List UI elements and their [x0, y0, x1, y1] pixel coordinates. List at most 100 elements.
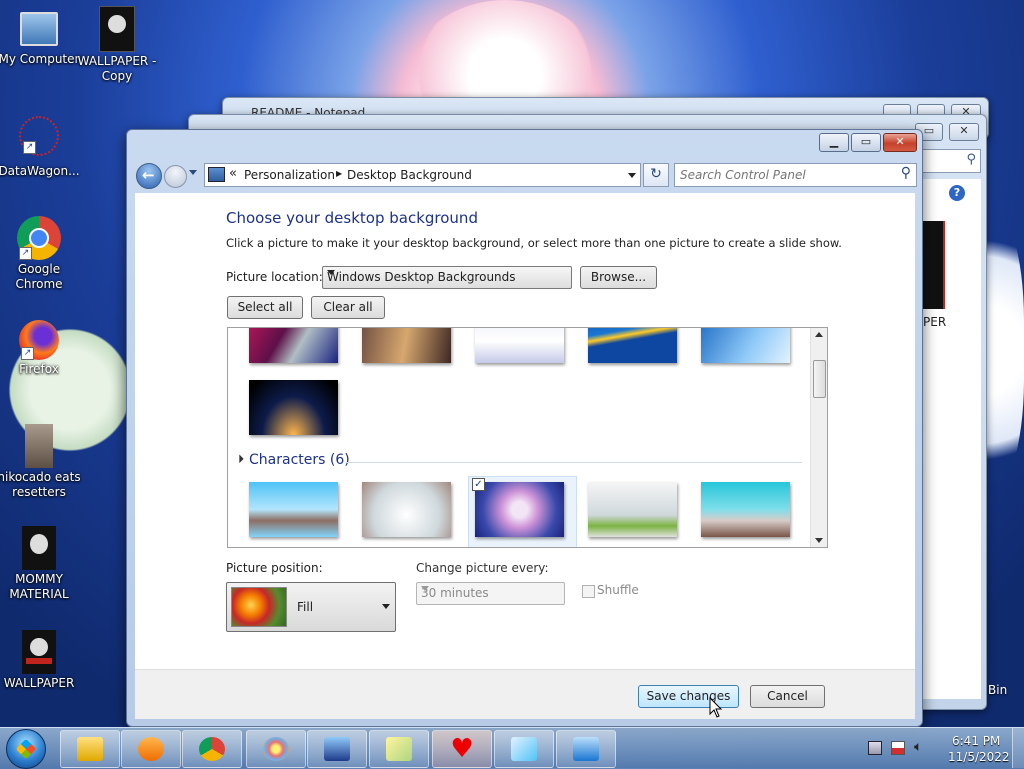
wallpaper-thumbnail[interactable] — [701, 328, 790, 363]
help-icon[interactable]: ? — [949, 185, 965, 201]
address-bar[interactable]: « Personalization ▶ Desktop Background — [204, 163, 641, 187]
wallpaper-thumbnail[interactable] — [249, 380, 338, 435]
character-thumbnail[interactable] — [701, 482, 790, 537]
taskbar-notepad[interactable] — [494, 730, 554, 768]
wallpaper-thumbnail[interactable] — [249, 328, 338, 363]
recycle-bin-partial-label[interactable]: Bin — [988, 683, 1007, 697]
desktop-icon-firefox[interactable]: ↗ Firefox — [0, 320, 84, 377]
cancel-button[interactable]: Cancel — [750, 685, 825, 708]
desktop-icon-label: Firefox — [19, 362, 59, 376]
breadcrumb-item-desktop-background[interactable]: Desktop Background — [347, 168, 472, 182]
taskbar-heart-app[interactable]: ♥ — [432, 730, 492, 768]
chevron-down-icon — [327, 270, 335, 275]
taskbar-keyboard-app[interactable] — [307, 730, 367, 768]
group-divider — [346, 462, 802, 463]
picture-gallery[interactable]: ◢ Characters (6) ✓ — [227, 327, 828, 548]
taskbar-paint[interactable] — [246, 730, 306, 768]
back-arrow-icon: ← — [142, 166, 155, 184]
character-thumbnail[interactable] — [588, 482, 677, 537]
keyboard-app-icon — [324, 737, 350, 761]
desktop-icon-nikocado[interactable]: nikocado eats resetters — [0, 424, 84, 500]
desktop-icon-google-chrome[interactable]: ↗ Google Chrome — [0, 216, 84, 292]
chevron-down-icon — [421, 586, 429, 591]
forward-button[interactable] — [164, 165, 187, 188]
group-header-characters[interactable]: Characters (6) — [249, 452, 350, 468]
taskbar-sticky-notes[interactable] — [369, 730, 429, 768]
shuffle-checkbox[interactable] — [582, 585, 595, 598]
dialog-footer: Save changes Cancel — [135, 669, 915, 719]
shortcut-arrow-icon: ↗ — [21, 347, 34, 360]
refresh-button[interactable]: ↻ — [643, 163, 669, 187]
search-icon: ⚲ — [966, 152, 976, 167]
breadcrumb-overflow-icon[interactable]: « — [229, 166, 237, 181]
scroll-up-icon[interactable] — [815, 332, 823, 337]
desktop-icon-datawagon[interactable]: ↗ DataWagon... — [0, 116, 84, 179]
bg2-close-button[interactable]: ✕ — [949, 123, 979, 141]
change-picture-label: Change picture every: — [416, 561, 549, 575]
taskbar-chrome[interactable] — [182, 730, 242, 768]
mouse-pointer-icon — [709, 697, 723, 718]
taskbar-media-player[interactable] — [121, 730, 181, 768]
shortcut-arrow-icon: ↗ — [23, 141, 36, 154]
clock-date[interactable]: 11/5/2022 — [948, 750, 1010, 764]
gallery-scrollbar[interactable] — [810, 328, 827, 547]
picture-position-select[interactable]: Fill — [226, 582, 396, 632]
picture-position-value: Fill — [297, 600, 314, 614]
shortcut-arrow-icon: ↗ — [19, 247, 32, 260]
search-box[interactable]: ⚲ — [674, 163, 917, 187]
scroll-down-icon[interactable] — [815, 538, 823, 543]
selected-checkbox[interactable]: ✓ — [472, 478, 485, 491]
scrollbar-thumb[interactable] — [813, 360, 826, 398]
chrome-icon: ↗ — [17, 216, 61, 260]
group-collapse-icon[interactable]: ◢ — [234, 453, 245, 464]
desktop-icon-mommy-material[interactable]: MOMMY MATERIAL — [0, 526, 84, 602]
search-input[interactable] — [678, 166, 890, 184]
save-changes-button[interactable]: Save changes — [638, 685, 739, 708]
control-panel-icon — [573, 737, 599, 761]
browse-button[interactable]: Browse... — [580, 266, 657, 289]
sticky-notes-icon — [386, 737, 412, 761]
clear-all-button[interactable]: Clear all — [311, 296, 385, 319]
shuffle-label[interactable]: Shuffle — [597, 583, 639, 597]
desktop-icon-label: nikocado eats resetters — [0, 470, 81, 499]
address-history-dropdown-icon[interactable] — [628, 173, 636, 178]
character-thumbnail-selected[interactable] — [475, 482, 564, 537]
taskbar-control-panel[interactable] — [556, 730, 616, 768]
desktop-icon-label: MOMMY MATERIAL — [9, 572, 69, 601]
taskbar: ♥ 🔈︎ 6:41 PM 11/5/2022 — [0, 727, 1024, 769]
wallpaper-file-icon — [99, 6, 135, 52]
breadcrumb-item-personalization[interactable]: Personalization — [244, 168, 335, 182]
minimize-button[interactable]: ▁ — [819, 133, 849, 152]
clock-time[interactable]: 6:41 PM — [952, 734, 1000, 748]
desktop-icon-label: WALLPAPER — [3, 676, 75, 690]
refresh-icon: ↻ — [650, 166, 662, 182]
picture-position-label: Picture position: — [226, 561, 323, 575]
volume-icon[interactable]: 🔈︎ — [914, 739, 922, 755]
wallpaper-thumbnail[interactable] — [588, 328, 677, 363]
taskbar-explorer[interactable] — [60, 730, 120, 768]
wallpaper-thumbnail[interactable] — [475, 328, 564, 363]
show-desktop-button[interactable] — [1012, 728, 1024, 768]
close-button[interactable]: ✕ — [883, 133, 917, 152]
chrome-icon — [199, 737, 225, 761]
change-interval-select[interactable]: 30 minutes — [416, 582, 565, 605]
desktop-icon-label: Google Chrome — [15, 262, 63, 291]
image-file-icon — [25, 424, 53, 468]
breadcrumb-separator-icon[interactable]: ▶ — [336, 169, 342, 178]
desktop-icon-wallpaper[interactable]: WALLPAPER — [0, 630, 84, 691]
back-button[interactable]: ← — [136, 163, 162, 189]
picture-location-select[interactable]: Windows Desktop Backgrounds — [322, 266, 572, 289]
desktop-icon-wallpaper-copy[interactable]: WALLPAPER - Copy — [72, 6, 162, 84]
character-thumbnail[interactable] — [249, 482, 338, 537]
desktop-icon-label: My Computer — [0, 52, 80, 66]
maximize-button[interactable]: ▭ — [851, 133, 881, 152]
network-icon[interactable] — [868, 741, 882, 755]
character-thumbnail[interactable] — [362, 482, 451, 537]
flag-icon[interactable] — [891, 741, 905, 755]
wallpaper-thumbnail[interactable] — [362, 328, 451, 363]
select-all-button[interactable]: Select all — [227, 296, 303, 319]
bg2-content: ? PER — [923, 179, 981, 699]
start-button[interactable] — [6, 729, 46, 769]
search-icon[interactable]: ⚲ — [901, 165, 911, 181]
recent-pages-dropdown-icon[interactable] — [189, 170, 197, 175]
